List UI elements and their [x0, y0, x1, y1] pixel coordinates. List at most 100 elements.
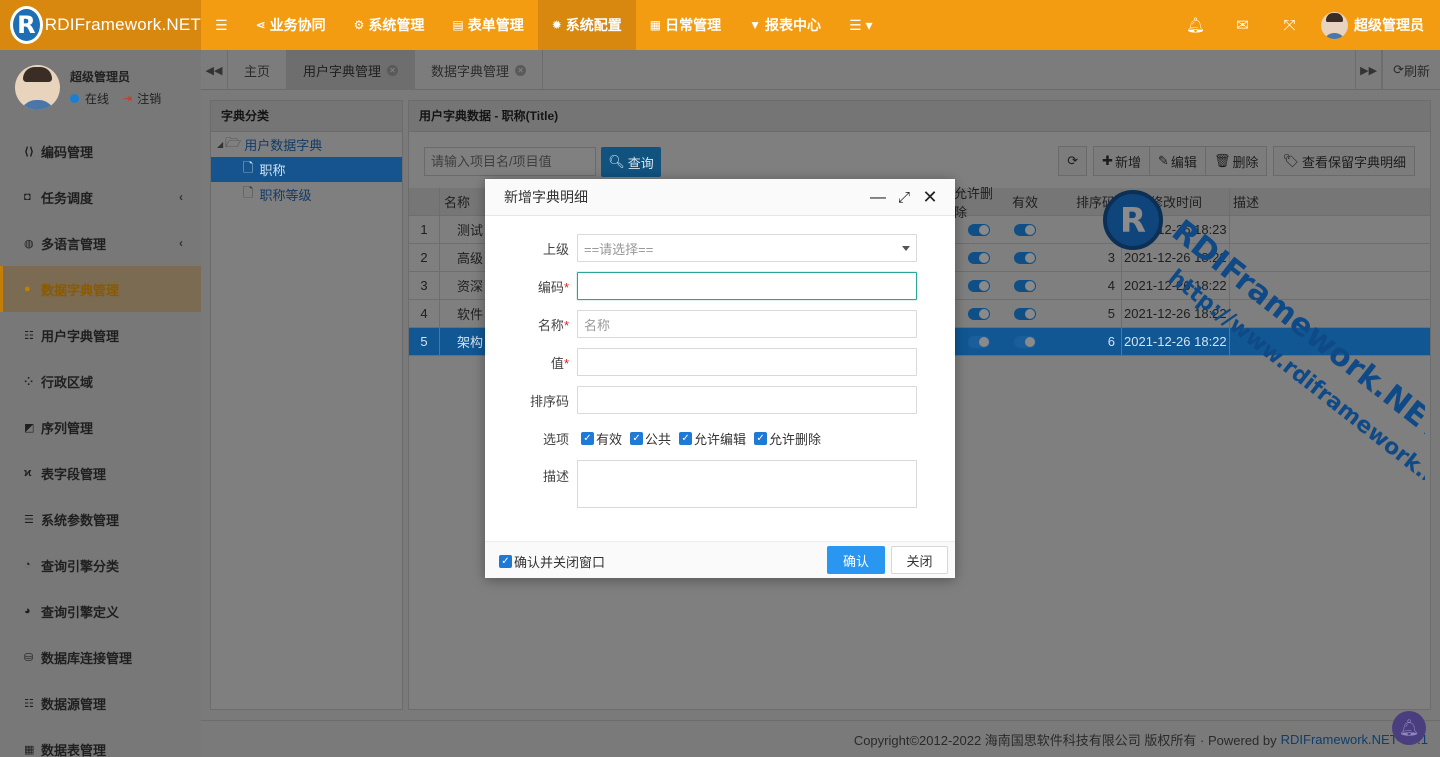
parent-select[interactable]: ==请选择==: [577, 234, 917, 262]
toggle-switch[interactable]: [1014, 335, 1036, 348]
nav-menu-toggle[interactable]: ☰: [201, 0, 242, 50]
refresh-button[interactable]: ⟳ 刷新: [1382, 50, 1440, 90]
toggle-switch[interactable]: [967, 335, 990, 348]
datasource-icon: ☷: [24, 697, 34, 710]
col-modified[interactable]: 最后修改时间: [1121, 188, 1229, 215]
options-group: ✓ 有效 ✓ 公共 ✓ 允许编辑 ✓ 允许删除: [577, 429, 829, 448]
confirm-button[interactable]: 确认: [827, 546, 885, 574]
sidebar: 超级管理员 在线 ⇥ 注销 ⟨⟩ 编码管理 ◘ 任务调度 ‹ ◍ 多语言管理 ‹ ● 数据字典管理…: [0, 50, 201, 757]
sidebar-item[interactable]: ☷ 用户字典管理: [0, 312, 201, 358]
logout-icon[interactable]: ⇥: [123, 92, 132, 105]
sidebar-item[interactable]: ⟨⟩ 编码管理: [0, 128, 201, 174]
code-field[interactable]: [577, 272, 917, 300]
tab-user-dict[interactable]: 用户字典管理 ✕: [287, 50, 416, 90]
toggle-switch[interactable]: [1014, 223, 1036, 236]
fullscreen-icon[interactable]: ⤧: [1266, 0, 1313, 50]
col-allow-delete[interactable]: 允许删除: [954, 186, 1003, 220]
sidebar-item[interactable]: ϰ 表字段管理: [0, 450, 201, 496]
tree-node-title[interactable]: 🗋︎ 职称: [211, 157, 402, 182]
toggle-switch[interactable]: [967, 223, 990, 236]
cell-modified: 2021-12-26 18:22: [1121, 244, 1229, 271]
nav-system[interactable]: ⚙ 系统管理: [340, 0, 439, 50]
reload-button[interactable]: ⟳: [1058, 146, 1088, 176]
view-reserved-button[interactable]: 🏷︎ 查看保留字典明细: [1273, 146, 1415, 176]
sidebar-item[interactable]: ⛁ 数据库连接管理: [0, 634, 201, 680]
option-allow-delete-checkbox[interactable]: ✓ 允许删除: [754, 429, 821, 448]
name-field[interactable]: 名称: [577, 310, 917, 338]
logout-link[interactable]: 注销: [137, 90, 161, 107]
nav-more[interactable]: ☰ ▾: [835, 0, 886, 50]
close-icon[interactable]: ✕: [387, 64, 399, 76]
sidebar-item-label: 数据字典管理: [41, 282, 120, 298]
edit-button[interactable]: ✎ 编辑: [1149, 146, 1206, 176]
toggle-switch[interactable]: [1014, 307, 1036, 320]
nav-config[interactable]: ✹ 系统配置: [537, 0, 636, 50]
search-button[interactable]: 🔍︎ 查询: [601, 147, 661, 177]
add-button[interactable]: ✚ 新增: [1093, 146, 1151, 176]
sort-field[interactable]: [577, 386, 917, 414]
close-button[interactable]: 关闭: [891, 546, 948, 574]
sidebar-item[interactable]: ◔ 查询引擎分类: [0, 542, 201, 588]
cogs-icon: ⚙: [353, 18, 365, 32]
tab-data-dict[interactable]: 数据字典管理 ✕: [415, 50, 544, 90]
sidebar-item[interactable]: ▦ 数据表管理: [0, 726, 201, 757]
search-input[interactable]: 请输入项目名/项目值: [424, 147, 596, 176]
sidebar-item[interactable]: ◍ 多语言管理 ‹: [0, 220, 201, 266]
cell-modified: 2021-12-26 18:22: [1121, 300, 1229, 327]
avatar: [15, 65, 60, 110]
edit-icon: ✎: [1158, 153, 1169, 168]
nav-business[interactable]: ⋖ 业务协同: [242, 0, 340, 50]
option-allow-edit-checkbox[interactable]: ✓ 允许编辑: [679, 429, 746, 448]
maximize-icon[interactable]: ⤢: [891, 185, 917, 211]
sidebar-item[interactable]: ⁘ 行政区域: [0, 358, 201, 404]
nav-daily[interactable]: ▦ 日常管理: [636, 0, 735, 50]
close-icon[interactable]: ✕: [917, 185, 943, 211]
sidebar-item[interactable]: ◕ 查询引擎定义: [0, 588, 201, 634]
toggle-switch[interactable]: [967, 279, 990, 292]
col-valid[interactable]: 有效: [1006, 188, 1044, 215]
check-icon: ✓: [499, 555, 512, 568]
sidebar-item[interactable]: ◩ 序列管理: [0, 404, 201, 450]
value-field[interactable]: [577, 348, 917, 376]
option-public-checkbox[interactable]: ✓ 公共: [630, 429, 671, 448]
toolbar: ⟳ ✚ 新增 ✎ 编辑 🗑︎ 删除 🏷︎ 查看保留字典明细: [1058, 146, 1415, 176]
sidebar-item[interactable]: ☰ 系统参数管理: [0, 496, 201, 542]
toggle-switch[interactable]: [967, 251, 990, 264]
user-menu[interactable]: 超级管理员: [1313, 11, 1440, 39]
cell-sort: 3: [1107, 250, 1115, 265]
nav-form[interactable]: ▤ 表单管理: [438, 0, 537, 50]
sidebar-item[interactable]: ◘ 任务调度 ‹: [0, 174, 201, 220]
category-icon: ◔: [24, 559, 31, 571]
sidebar-item[interactable]: ☷ 数据源管理: [0, 680, 201, 726]
tab-home[interactable]: 主页: [228, 50, 288, 90]
notification-fab[interactable]: 🔔︎: [1392, 711, 1426, 745]
field-icon: ϰ: [24, 467, 32, 479]
row-index: 1: [409, 216, 440, 243]
delete-button[interactable]: 🗑︎ 删除: [1204, 146, 1268, 176]
tree-root[interactable]: ◢ 🗁︎ 用户数据字典: [211, 132, 402, 157]
col-sort[interactable]: 排序码: [1049, 188, 1117, 215]
tree-node-title-level[interactable]: 🗋︎ 职称等级: [211, 182, 402, 207]
sidebar-item[interactable]: ● 数据字典管理: [0, 266, 201, 312]
tab-scroll-left-icon[interactable]: ◀◀: [201, 50, 228, 90]
list-icon: ☷: [24, 329, 34, 342]
square-icon: ◘: [24, 191, 31, 203]
logo[interactable]: R RDIFramework.NET: [0, 0, 201, 50]
toggle-switch[interactable]: [1014, 251, 1036, 264]
grid-icon: ▦: [24, 743, 35, 756]
dict-category-panel: 字典分类 ◢ 🗁︎ 用户数据字典 🗋︎ 职称 🗋︎ 职称等级: [210, 100, 403, 710]
nav-report[interactable]: ▼ 报表中心: [735, 0, 835, 50]
tab-scroll-right-icon[interactable]: ▶▶: [1355, 50, 1383, 90]
toggle-switch[interactable]: [967, 307, 990, 320]
toggle-switch[interactable]: [1014, 279, 1036, 292]
close-icon[interactable]: ✕: [515, 64, 527, 76]
mail-icon[interactable]: ✉: [1219, 0, 1266, 50]
option-valid-checkbox[interactable]: ✓ 有效: [581, 429, 622, 448]
cell-desc: [1229, 244, 1233, 271]
description-textarea[interactable]: [577, 460, 917, 508]
bell-icon[interactable]: 🔔︎: [1172, 0, 1219, 50]
minimize-icon[interactable]: —: [865, 185, 891, 211]
confirm-close-checkbox[interactable]: ✓ 确认并关闭窗口: [499, 552, 605, 571]
col-desc[interactable]: 描述: [1229, 188, 1259, 215]
caret-down-icon[interactable]: ◢: [217, 140, 223, 149]
